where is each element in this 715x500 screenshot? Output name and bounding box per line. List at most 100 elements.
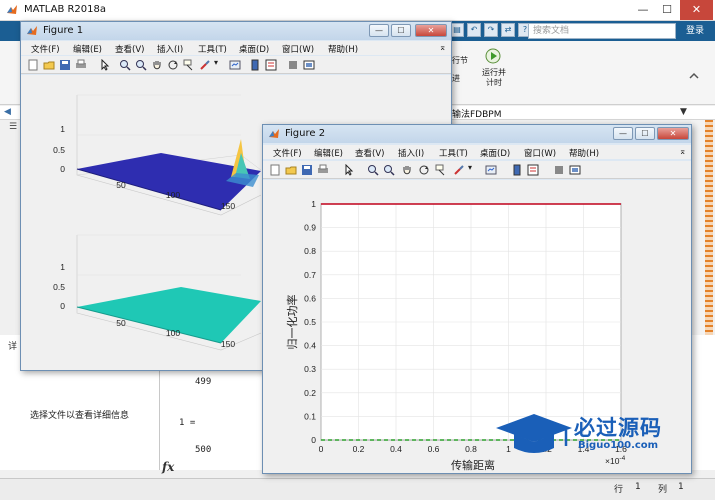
collapse-ribbon-icon[interactable] bbox=[688, 70, 700, 82]
menu-view[interactable]: 查看(V) bbox=[115, 43, 144, 55]
menu-help[interactable]: 帮助(H) bbox=[328, 43, 358, 55]
redo-icon[interactable]: ↷ bbox=[484, 23, 498, 37]
hide-plot-tools-icon[interactable] bbox=[287, 59, 299, 71]
function-browser-icon[interactable]: fx bbox=[162, 460, 174, 474]
command-output-line: 500 bbox=[195, 445, 212, 455]
print-icon[interactable] bbox=[75, 59, 87, 71]
menu-window[interactable]: 窗口(W) bbox=[282, 43, 314, 55]
data-cursor-icon[interactable] bbox=[435, 164, 447, 176]
menu-edit[interactable]: 编辑(E) bbox=[314, 147, 343, 159]
advance-label[interactable]: 进 bbox=[452, 73, 460, 84]
matlab-title-bar: MATLAB R2018a — ☐ ✕ bbox=[0, 0, 715, 21]
legend-icon[interactable] bbox=[265, 59, 277, 71]
maximize-button[interactable]: ☐ bbox=[656, 0, 678, 20]
command-output-line: 499 bbox=[195, 377, 212, 387]
new-figure-icon[interactable] bbox=[269, 164, 281, 176]
brush-dropdown-icon[interactable]: ▾ bbox=[468, 163, 480, 175]
y-tick-label: 0.8 bbox=[304, 246, 316, 256]
paste-icon[interactable]: ▤ bbox=[450, 23, 464, 37]
run-and-time-button[interactable]: 运行并 计时 bbox=[478, 68, 510, 88]
figure2-title-bar[interactable]: Figure 2 — ☐ ✕ bbox=[263, 125, 691, 143]
select-file-info-text: 选择文件以查看详细信息 bbox=[30, 411, 130, 421]
zoom-in-icon[interactable] bbox=[367, 164, 379, 176]
figure1-maximize-button[interactable]: ☐ bbox=[391, 24, 411, 37]
new-figure-icon[interactable] bbox=[27, 59, 39, 71]
list-icon[interactable]: ☰ bbox=[9, 122, 17, 132]
menu-tools[interactable]: 工具(T) bbox=[439, 147, 468, 159]
figure2-title: Figure 2 bbox=[285, 128, 326, 139]
select-arrow-icon[interactable] bbox=[99, 59, 111, 71]
show-plot-tools-icon[interactable] bbox=[569, 164, 581, 176]
open-file-icon[interactable] bbox=[285, 164, 297, 176]
figure1-close-button[interactable]: ✕ bbox=[415, 24, 447, 37]
menu-desktop[interactable]: 桌面(D) bbox=[239, 43, 269, 55]
bottom-x-tick: 50 bbox=[116, 318, 126, 328]
show-plot-tools-icon[interactable] bbox=[303, 59, 315, 71]
menu-help[interactable]: 帮助(H) bbox=[569, 147, 599, 159]
menu-dock-icon[interactable]: ⌅ bbox=[679, 147, 686, 157]
status-bar bbox=[0, 478, 715, 500]
menu-desktop[interactable]: 桌面(D) bbox=[480, 147, 510, 159]
menu-insert[interactable]: 插入(I) bbox=[398, 147, 424, 159]
top-z-tick: 0.5 bbox=[53, 145, 65, 155]
zoom-out-icon[interactable] bbox=[383, 164, 395, 176]
rotate-3d-icon[interactable] bbox=[418, 164, 430, 176]
menu-file[interactable]: 文件(F) bbox=[273, 147, 302, 159]
x-tick-label: 0.6 bbox=[428, 444, 440, 454]
minimize-button[interactable]: — bbox=[632, 0, 654, 20]
link-plot-icon[interactable] bbox=[229, 59, 241, 71]
rotate-3d-icon[interactable] bbox=[167, 59, 179, 71]
back-arrow-icon[interactable]: ◀ bbox=[4, 107, 11, 117]
status-row-label: 行 bbox=[614, 485, 624, 495]
tab-dropdown-icon[interactable]: ▼ bbox=[680, 107, 687, 117]
top-x-tick: 50 bbox=[116, 180, 126, 190]
colorbar-icon[interactable] bbox=[249, 59, 261, 71]
menu-window[interactable]: 窗口(W) bbox=[524, 147, 556, 159]
menu-view[interactable]: 查看(V) bbox=[355, 147, 384, 159]
figure1-minimize-button[interactable]: — bbox=[369, 24, 389, 37]
menu-dock-icon[interactable]: ⌅ bbox=[439, 43, 446, 53]
search-documentation-input[interactable]: 搜索文档 bbox=[528, 23, 676, 39]
figure-logo-icon bbox=[269, 129, 279, 138]
figure-logo-icon bbox=[27, 26, 37, 35]
figure2-maximize-button[interactable]: ☐ bbox=[635, 127, 655, 140]
menu-file[interactable]: 文件(F) bbox=[31, 43, 60, 55]
brush-icon[interactable] bbox=[199, 59, 211, 71]
x-tick-label: 0.8 bbox=[465, 444, 477, 454]
hide-plot-tools-icon[interactable] bbox=[553, 164, 565, 176]
save-icon[interactable] bbox=[59, 59, 71, 71]
editor-tab-fdbpm[interactable]: 输法FDBPM bbox=[452, 107, 501, 120]
link-plot-icon[interactable] bbox=[485, 164, 497, 176]
y-tick-label: 0.7 bbox=[304, 270, 316, 280]
save-icon[interactable] bbox=[301, 164, 313, 176]
select-arrow-icon[interactable] bbox=[343, 164, 355, 176]
figure2-toolbar: ▾ bbox=[263, 161, 691, 179]
menu-tools[interactable]: 工具(T) bbox=[198, 43, 227, 55]
figure2-minimize-button[interactable]: — bbox=[613, 127, 633, 140]
close-button[interactable]: ✕ bbox=[680, 0, 713, 20]
run-and-time-icon[interactable] bbox=[484, 46, 502, 64]
data-cursor-icon[interactable] bbox=[183, 59, 195, 71]
x-tick-label: 0.4 bbox=[390, 444, 402, 454]
print-icon[interactable] bbox=[317, 164, 329, 176]
pan-hand-icon[interactable] bbox=[151, 59, 163, 71]
watermark-url: Biguo100.com bbox=[578, 440, 659, 451]
menu-insert[interactable]: 插入(I) bbox=[157, 43, 183, 55]
undo-icon[interactable]: ↶ bbox=[467, 23, 481, 37]
brush-dropdown-icon[interactable]: ▾ bbox=[214, 58, 226, 70]
login-button[interactable]: 登录 bbox=[680, 23, 710, 39]
menu-edit[interactable]: 编辑(E) bbox=[73, 43, 102, 55]
figure1-title-bar[interactable]: Figure 1 — ☐ ✕ bbox=[21, 22, 451, 40]
colorbar-icon[interactable] bbox=[511, 164, 523, 176]
zoom-out-icon[interactable] bbox=[135, 59, 147, 71]
y-tick-label: 0.5 bbox=[304, 317, 316, 327]
run-section-label[interactable]: 行节 bbox=[452, 55, 468, 66]
brush-icon[interactable] bbox=[453, 164, 465, 176]
legend-icon[interactable] bbox=[527, 164, 539, 176]
details-panel-title: 详 bbox=[8, 342, 18, 352]
pan-hand-icon[interactable] bbox=[401, 164, 413, 176]
switch-icon[interactable]: ⇄ bbox=[501, 23, 515, 37]
figure2-close-button[interactable]: ✕ bbox=[657, 127, 689, 140]
zoom-in-icon[interactable] bbox=[119, 59, 131, 71]
open-file-icon[interactable] bbox=[43, 59, 55, 71]
